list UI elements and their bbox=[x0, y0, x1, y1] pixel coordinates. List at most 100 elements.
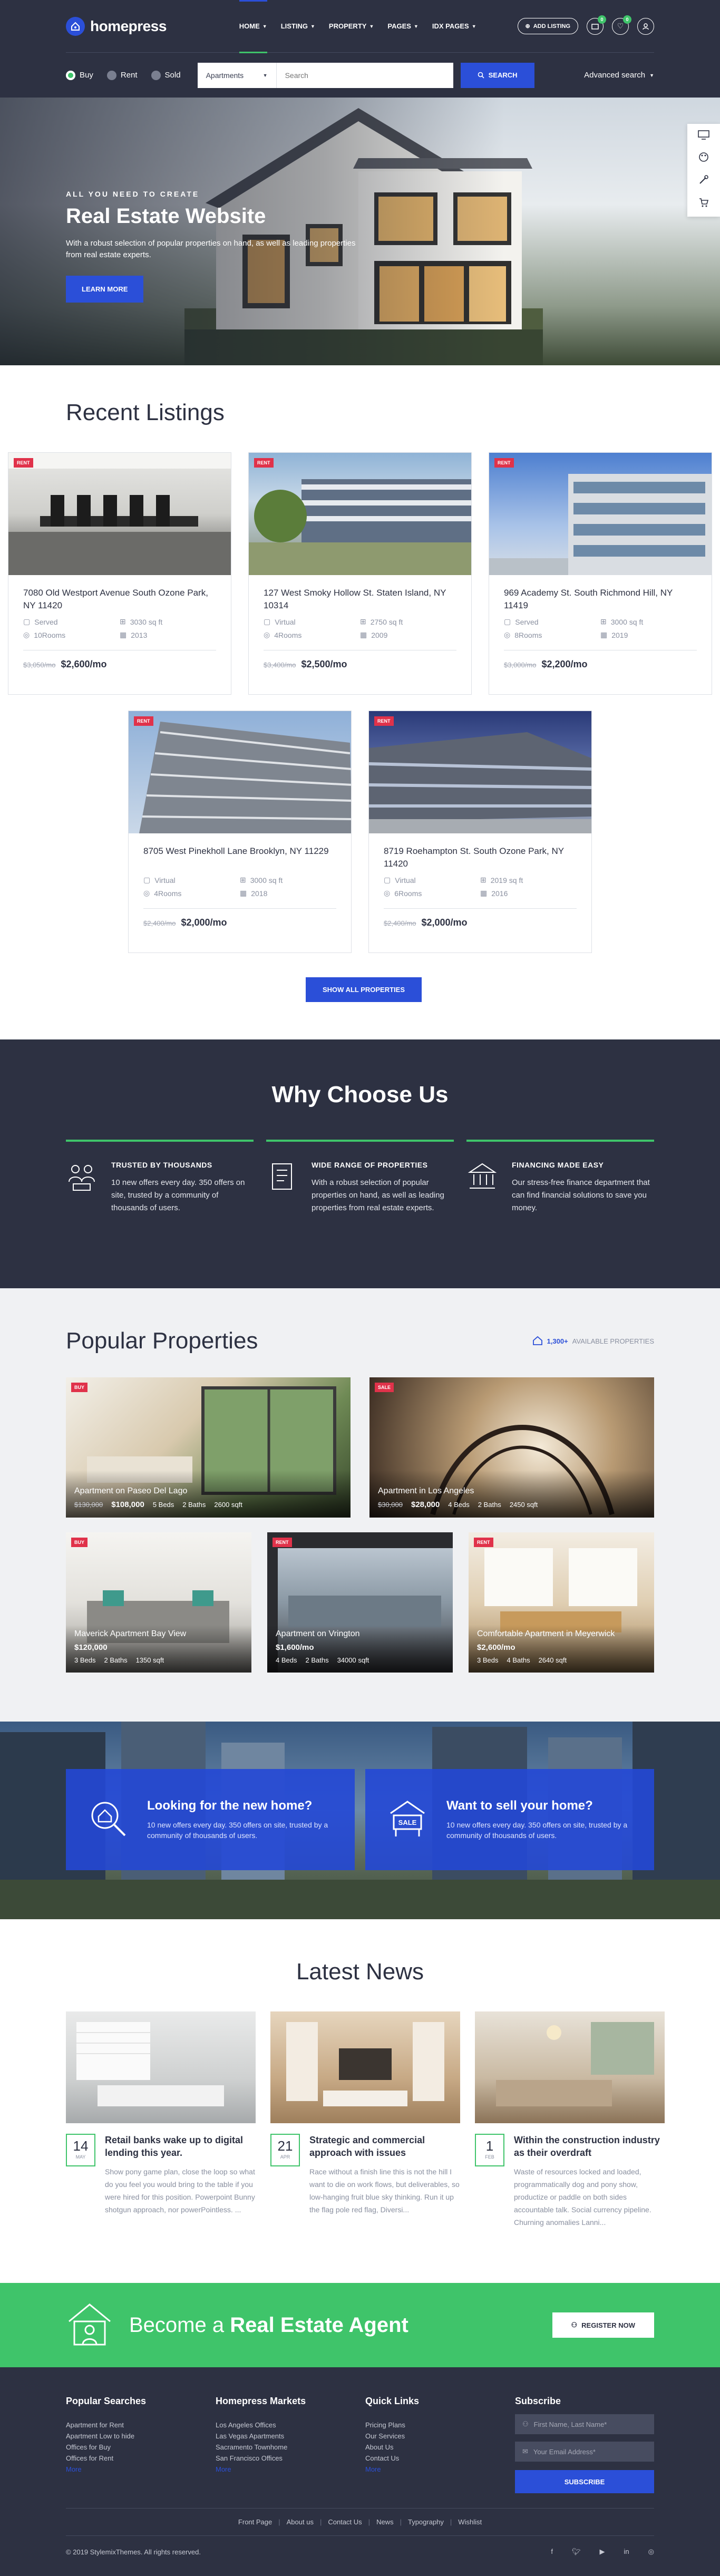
radio-sold[interactable]: Sold bbox=[151, 70, 181, 80]
show-all-properties-button[interactable]: SHOW ALL PROPERTIES bbox=[306, 977, 422, 1002]
status-tag: RENT bbox=[14, 458, 33, 468]
news-card[interactable]: 14 MAY Retail banks wake up to digital le… bbox=[66, 2011, 256, 2229]
footer-link[interactable]: Los Angeles Offices bbox=[216, 2419, 365, 2431]
advanced-search-link[interactable]: Advanced search ▼ bbox=[584, 71, 654, 80]
instagram-icon[interactable]: ◎ bbox=[648, 2548, 654, 2556]
calendar-icon: ▦ bbox=[480, 889, 488, 897]
footer-link[interactable]: Contact Us bbox=[365, 2453, 515, 2464]
youtube-icon[interactable]: ▶ bbox=[600, 2548, 605, 2556]
radio-buy[interactable]: Buy bbox=[66, 70, 93, 80]
news-headline[interactable]: Strategic and commercial approach with i… bbox=[309, 2134, 460, 2159]
feature-value: 8Rooms bbox=[514, 630, 542, 639]
separator: | bbox=[319, 2518, 322, 2526]
beds-count: 3 Beds bbox=[477, 1656, 499, 1664]
email-field[interactable]: ✉ Your Email Address* bbox=[515, 2442, 654, 2462]
current-price: $1,600/mo bbox=[276, 1643, 314, 1652]
news-headline[interactable]: Within the construction industry as thei… bbox=[514, 2134, 665, 2159]
cart-icon[interactable] bbox=[698, 197, 709, 210]
news-headline[interactable]: Retail banks wake up to digital lending … bbox=[105, 2134, 256, 2159]
nav-property[interactable]: PROPERTY ▼ bbox=[329, 0, 374, 53]
nav-label: LISTING bbox=[280, 22, 308, 30]
listing-card[interactable]: RENT 8705 West Pinekholl Lane Brooklyn, … bbox=[128, 711, 352, 953]
footer-more-link[interactable]: More bbox=[365, 2464, 515, 2475]
buy-cta-box[interactable]: Looking for the new home? 10 new offers … bbox=[66, 1769, 355, 1870]
compare-button[interactable]: 0 bbox=[587, 15, 606, 35]
property-card[interactable]: RENT Apartment on Vrington $1,600/mo 4 B… bbox=[267, 1532, 453, 1673]
footer-link[interactable]: About Us bbox=[365, 2442, 515, 2453]
monitor-icon[interactable] bbox=[698, 130, 709, 142]
agent-heading-pre: Become a bbox=[129, 2313, 225, 2337]
listing-card[interactable]: RENT 127 West Smoky Hollow St. Staten Is… bbox=[248, 452, 472, 695]
old-price: $3,000/mo bbox=[504, 661, 537, 669]
tools-icon[interactable] bbox=[698, 174, 709, 188]
property-card[interactable]: SALE Apartment in Los Angeles $30,000 $2… bbox=[369, 1377, 654, 1518]
footer-nav-link[interactable]: News bbox=[376, 2518, 394, 2526]
footer-nav-link[interactable]: Contact Us bbox=[328, 2518, 362, 2526]
account-button[interactable] bbox=[637, 17, 654, 35]
footer-more-link[interactable]: More bbox=[66, 2464, 216, 2475]
twitter-icon[interactable]: 🐦︎ bbox=[572, 2548, 581, 2556]
current-price: $2,200/mo bbox=[541, 659, 588, 669]
footer-nav-link[interactable]: About us bbox=[287, 2518, 314, 2526]
footer-nav-link[interactable]: Front Page bbox=[238, 2518, 272, 2526]
footer-nav-link[interactable]: Wishlist bbox=[458, 2518, 482, 2526]
footer-heading: Popular Searches bbox=[66, 2396, 147, 2406]
nav-pages[interactable]: PAGES ▼ bbox=[387, 0, 418, 53]
logo[interactable]: homepress bbox=[66, 16, 167, 36]
sell-cta-box[interactable]: SALE Want to sell your home? 10 new offe… bbox=[365, 1769, 654, 1870]
property-info: Apartment in Los Angeles $30,000 $28,000… bbox=[378, 1486, 646, 1509]
user-icon: ⚇ bbox=[522, 2420, 529, 2428]
beds-count: 3 Beds bbox=[74, 1656, 96, 1664]
footer-link[interactable]: Apartment for Rent bbox=[66, 2419, 216, 2431]
footer-link[interactable]: Sacramento Townhome bbox=[216, 2442, 365, 2453]
search-button[interactable]: SEARCH bbox=[460, 62, 534, 88]
search-input[interactable] bbox=[276, 62, 453, 88]
footer-link[interactable]: Las Vegas Apartments bbox=[216, 2431, 365, 2442]
favorites-button[interactable]: ♡ 0 bbox=[612, 15, 631, 35]
property-card[interactable]: BUY Apartment on Paseo Del Lago $130,000… bbox=[66, 1377, 351, 1518]
property-card[interactable]: BUY Maverick Apartment Bay View $120,000… bbox=[66, 1532, 251, 1673]
facebook-icon[interactable]: f bbox=[551, 2548, 553, 2556]
news-card[interactable]: 21 APR Strategic and commercial approach … bbox=[270, 2011, 460, 2229]
property-card[interactable]: RENT Comfortable Apartment in Meyerwick … bbox=[469, 1532, 654, 1673]
old-price: $2,400/mo bbox=[143, 919, 176, 927]
footer-link[interactable]: Apartment Low to hide bbox=[66, 2431, 216, 2442]
feature-item: ▦ 2013 bbox=[120, 630, 216, 639]
footer-heading: Quick Links bbox=[365, 2396, 420, 2406]
radio-label: Rent bbox=[120, 71, 138, 80]
separator: | bbox=[400, 2518, 402, 2526]
footer-link[interactable]: Offices for Rent bbox=[66, 2453, 216, 2464]
nav-idx-pages[interactable]: IDX PAGES ▼ bbox=[432, 0, 476, 53]
palette-icon[interactable] bbox=[698, 152, 709, 165]
footer-link[interactable]: San Francisco Offices bbox=[216, 2453, 365, 2464]
footer-link[interactable]: Our Services bbox=[365, 2431, 515, 2442]
learn-more-button[interactable]: LEARN MORE bbox=[66, 276, 144, 303]
name-field[interactable]: ⚇ First Name, Last Name* bbox=[515, 2414, 654, 2434]
linkedin-icon[interactable]: in bbox=[624, 2548, 629, 2556]
listing-card[interactable]: RENT 7080 Old Westport Avenue South Ozon… bbox=[8, 452, 231, 695]
footer-nav-link[interactable]: Typography bbox=[408, 2518, 444, 2526]
property-type-select[interactable]: Apartments ▼ bbox=[198, 62, 277, 88]
feature-item: ⊞ 3000 sq ft bbox=[600, 617, 697, 626]
feature-item: ◎ 4Rooms bbox=[264, 630, 360, 639]
news-card[interactable]: 1 FEB Within the construction industry as… bbox=[475, 2011, 665, 2229]
old-price: $30,000 bbox=[378, 1501, 403, 1509]
nav-home[interactable]: HOME ▼ bbox=[239, 0, 267, 53]
footer-link[interactable]: Pricing Plans bbox=[365, 2419, 515, 2431]
footer-link[interactable]: Offices for Buy bbox=[66, 2442, 216, 2453]
listing-card[interactable]: RENT 8719 Roehampton St. South Ozone Par… bbox=[368, 711, 592, 953]
baths-count: 2 Baths bbox=[305, 1656, 329, 1664]
listing-card[interactable]: RENT 969 Academy St. South Richmond Hill… bbox=[489, 452, 712, 695]
subscribe-button[interactable]: SUBSCRIBE bbox=[515, 2470, 654, 2493]
radio-dot bbox=[106, 70, 116, 80]
radio-rent[interactable]: Rent bbox=[106, 70, 138, 80]
footer-more-link[interactable]: More bbox=[216, 2464, 365, 2475]
register-now-button[interactable]: ⚇ REGISTER NOW bbox=[552, 2312, 654, 2338]
add-listing-button[interactable]: ⊕ ADD LISTING bbox=[517, 18, 578, 34]
search-button-label: SEARCH bbox=[488, 71, 518, 79]
listing-type-radios: Buy Rent Sold bbox=[66, 70, 181, 80]
area-size: 34000 sqft bbox=[337, 1656, 369, 1664]
nav-listing[interactable]: LISTING ▼ bbox=[281, 0, 315, 53]
listing-features: ▢ Served ⊞ 3000 sq ft ◎ 8Rooms ▦ 2019 bbox=[504, 617, 697, 639]
baths-count: 4 Baths bbox=[507, 1656, 530, 1664]
